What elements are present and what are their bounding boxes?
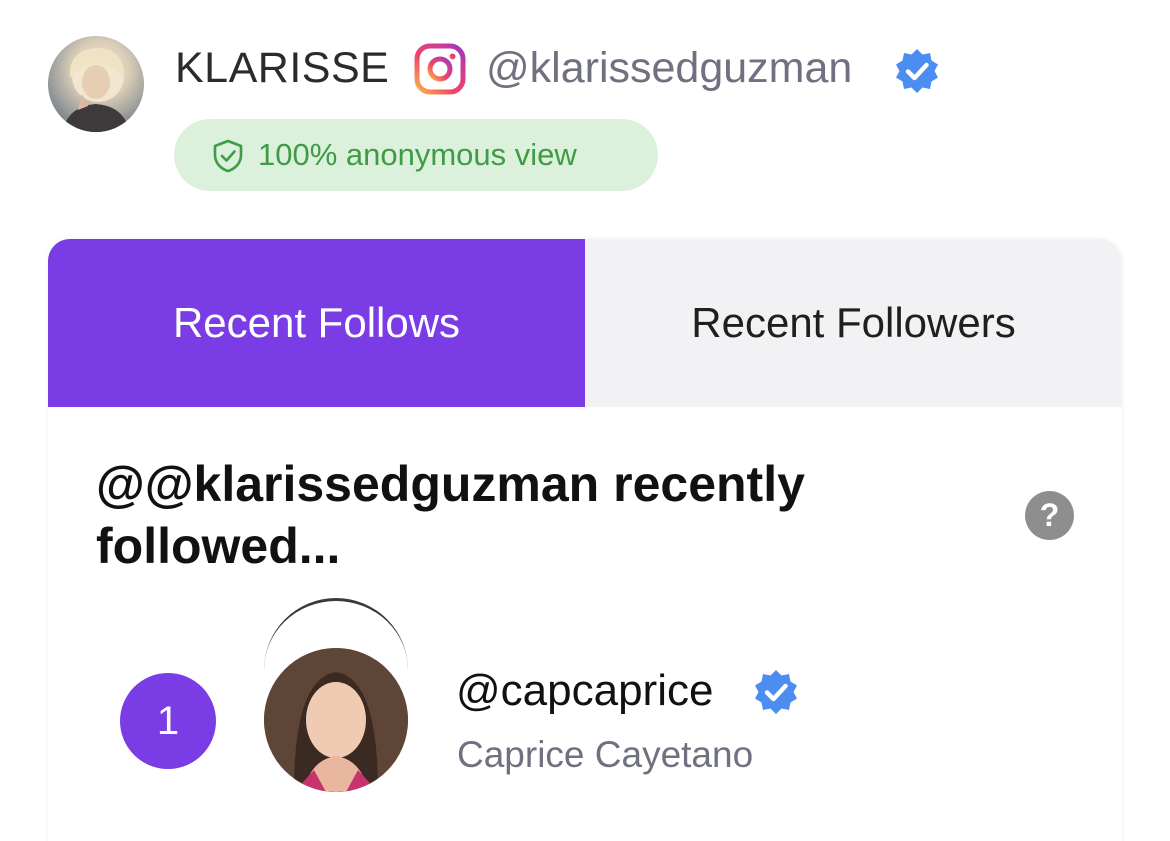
anonymous-view-badge: 100% anonymous view	[174, 119, 658, 191]
instagram-icon	[414, 43, 466, 95]
item-username[interactable]: @capcaprice	[456, 665, 713, 717]
shield-check-icon	[210, 138, 246, 174]
verified-badge-icon	[893, 47, 941, 95]
section-heading: @@klarissedguzman recently followed...	[96, 456, 805, 574]
profile-name: KLARISSE	[175, 44, 390, 92]
tab-recent-followers[interactable]: Recent Followers	[585, 239, 1122, 407]
item-full-name: Caprice Cayetano	[457, 734, 754, 775]
help-icon[interactable]: ?	[1025, 491, 1074, 540]
verified-badge-icon	[752, 668, 800, 716]
next-avatar-peek	[264, 598, 408, 742]
rank-badge: 1	[120, 673, 216, 769]
profile-avatar	[48, 36, 144, 132]
tab-recent-follows[interactable]: Recent Follows	[48, 239, 585, 407]
page: KLARISSE @klarissedguzman 100% anonymous…	[0, 0, 1170, 841]
anonymous-view-label: 100% anonymous view	[258, 137, 577, 172]
follows-card: Recent Follows Recent Followers @@klaris…	[48, 239, 1122, 841]
list-item[interactable]: 1 @capcaprice Caprice Cayetano	[48, 643, 1122, 803]
profile-handle[interactable]: @klarissedguzman	[486, 44, 852, 92]
